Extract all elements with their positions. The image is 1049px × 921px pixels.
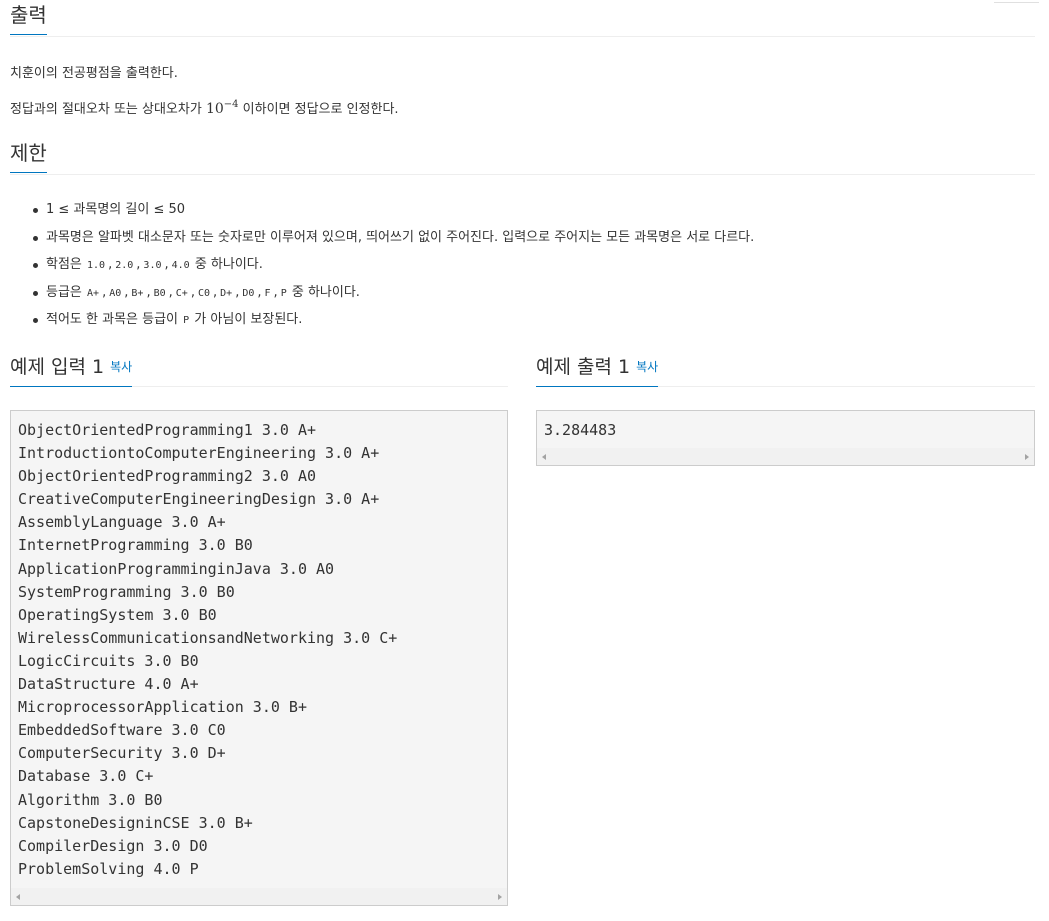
grade-code: A+ bbox=[87, 287, 100, 299]
grade-code: B0 bbox=[153, 287, 166, 299]
scroll-right-arrow-icon[interactable] bbox=[498, 894, 502, 900]
scroll-left-arrow-icon[interactable] bbox=[542, 454, 546, 460]
limits-list: 1 ≤ 과목명의 길이 ≤ 50 과목명은 알파벳 대소문자 또는 숫자로만 이… bbox=[10, 200, 754, 338]
credit-code: 3.0 bbox=[143, 260, 162, 271]
grade-code: B+ bbox=[131, 287, 144, 299]
output-section: 출력 bbox=[10, 0, 1035, 37]
math-exponent: −4 bbox=[223, 99, 239, 110]
separator: , bbox=[168, 284, 173, 300]
sample-output-content: 3.284483 bbox=[544, 421, 617, 439]
credit-code: 4.0 bbox=[171, 260, 190, 271]
grade-code: P bbox=[183, 315, 190, 326]
limit-item-grades: 등급은 A+, A0, B+, B0, C+, C0, D+, D0, F, P 중 하나이다. bbox=[32, 283, 754, 311]
separator: , bbox=[164, 257, 169, 272]
sample-input-copy-button[interactable]: 복사 bbox=[110, 360, 132, 374]
sample-input-content: ObjectOrientedProgramming1 3.0 A+ Introd… bbox=[18, 421, 398, 878]
sample-input-title: 예제 입력 1 bbox=[10, 356, 105, 378]
sample-output-title: 예제 출력 1 bbox=[536, 356, 631, 378]
output-headline: 출력 bbox=[10, 0, 1035, 37]
limit-item-pass-prefix: 적어도 한 과목은 등급이 bbox=[46, 312, 183, 327]
limit-item-length: 1 ≤ 과목명의 길이 ≤ 50 bbox=[32, 200, 754, 228]
separator: , bbox=[108, 257, 113, 272]
output-paragraph-2-end: 이하이면 정답으로 인정한다. bbox=[238, 102, 399, 117]
separator: , bbox=[257, 284, 262, 300]
sample-input-tab: 예제 입력 1 복사 bbox=[10, 352, 133, 387]
grade-code: A0 bbox=[109, 287, 122, 299]
output-paragraph-1: 치훈이의 전공평점을 출력한다. bbox=[10, 66, 178, 81]
limit-item-subject-name: 과목명은 알파벳 대소문자 또는 숫자로만 이루어져 있으며, 띄어쓰기 없이 … bbox=[32, 228, 754, 256]
limit-item-not-all-pass: 적어도 한 과목은 등급이 P 가 아님이 보장된다. bbox=[32, 310, 754, 338]
sample-output-column: 예제 출력 1 복사 3.284483 bbox=[536, 352, 1035, 466]
limits-section: 제한 bbox=[10, 138, 1035, 175]
separator: , bbox=[190, 284, 195, 300]
scroll-left-arrow-icon[interactable] bbox=[16, 894, 20, 900]
sample-input-column: 예제 입력 1 복사 ObjectOrientedProgramming1 3.0… bbox=[10, 352, 508, 906]
grade-code: D+ bbox=[220, 287, 233, 299]
limit-item-grades-suffix: 중 하나이다. bbox=[287, 284, 360, 300]
output-paragraph-2-start: 정답과의 절대오차 또는 상대오차가 bbox=[10, 102, 206, 117]
scroll-right-arrow-icon[interactable] bbox=[1025, 454, 1029, 460]
sample-input-headline: 예제 입력 1 복사 bbox=[10, 352, 508, 387]
grade-code: P bbox=[280, 287, 287, 299]
sample-output-headline: 예제 출력 1 복사 bbox=[536, 352, 1035, 387]
limits-title: 제한 bbox=[10, 138, 47, 173]
grade-code: C0 bbox=[197, 287, 210, 299]
credit-code: 2.0 bbox=[115, 260, 134, 271]
output-title: 출력 bbox=[10, 0, 47, 35]
grade-code: C+ bbox=[175, 287, 188, 299]
sample-output-copy-button[interactable]: 복사 bbox=[636, 360, 658, 374]
separator: , bbox=[102, 284, 107, 300]
grade-code: D0 bbox=[242, 287, 255, 299]
limit-item-grades-prefix: 등급은 bbox=[46, 284, 87, 300]
output-paragraph-2: 정답과의 절대오차 또는 상대오차가 10−4 이하이면 정답으로 인정한다. bbox=[10, 98, 399, 117]
math-expression: 10−4 bbox=[205, 99, 239, 117]
limit-item-credits-prefix: 학점은 bbox=[46, 257, 87, 272]
sample-input-box[interactable]: ObjectOrientedProgramming1 3.0 A+ Introd… bbox=[10, 410, 508, 906]
limit-item-pass-suffix: 가 아님이 보장된다. bbox=[190, 312, 303, 327]
limit-item-credits: 학점은 1.0, 2.0, 3.0, 4.0 중 하나이다. bbox=[32, 255, 754, 283]
credit-code: 1.0 bbox=[87, 260, 106, 271]
sample-input-scrollbar[interactable] bbox=[11, 888, 507, 905]
grade-code: F bbox=[264, 287, 271, 299]
separator: , bbox=[213, 284, 218, 300]
separator: , bbox=[273, 284, 278, 300]
sample-output-box[interactable]: 3.284483 bbox=[536, 410, 1035, 466]
sample-output-scrollbar[interactable] bbox=[537, 448, 1034, 465]
math-base: 10 bbox=[205, 101, 224, 117]
sample-output-tab: 예제 출력 1 복사 bbox=[536, 352, 659, 387]
limit-item-credits-suffix: 중 하나이다. bbox=[190, 257, 263, 272]
separator: , bbox=[146, 284, 151, 300]
limits-headline: 제한 bbox=[10, 138, 1035, 175]
